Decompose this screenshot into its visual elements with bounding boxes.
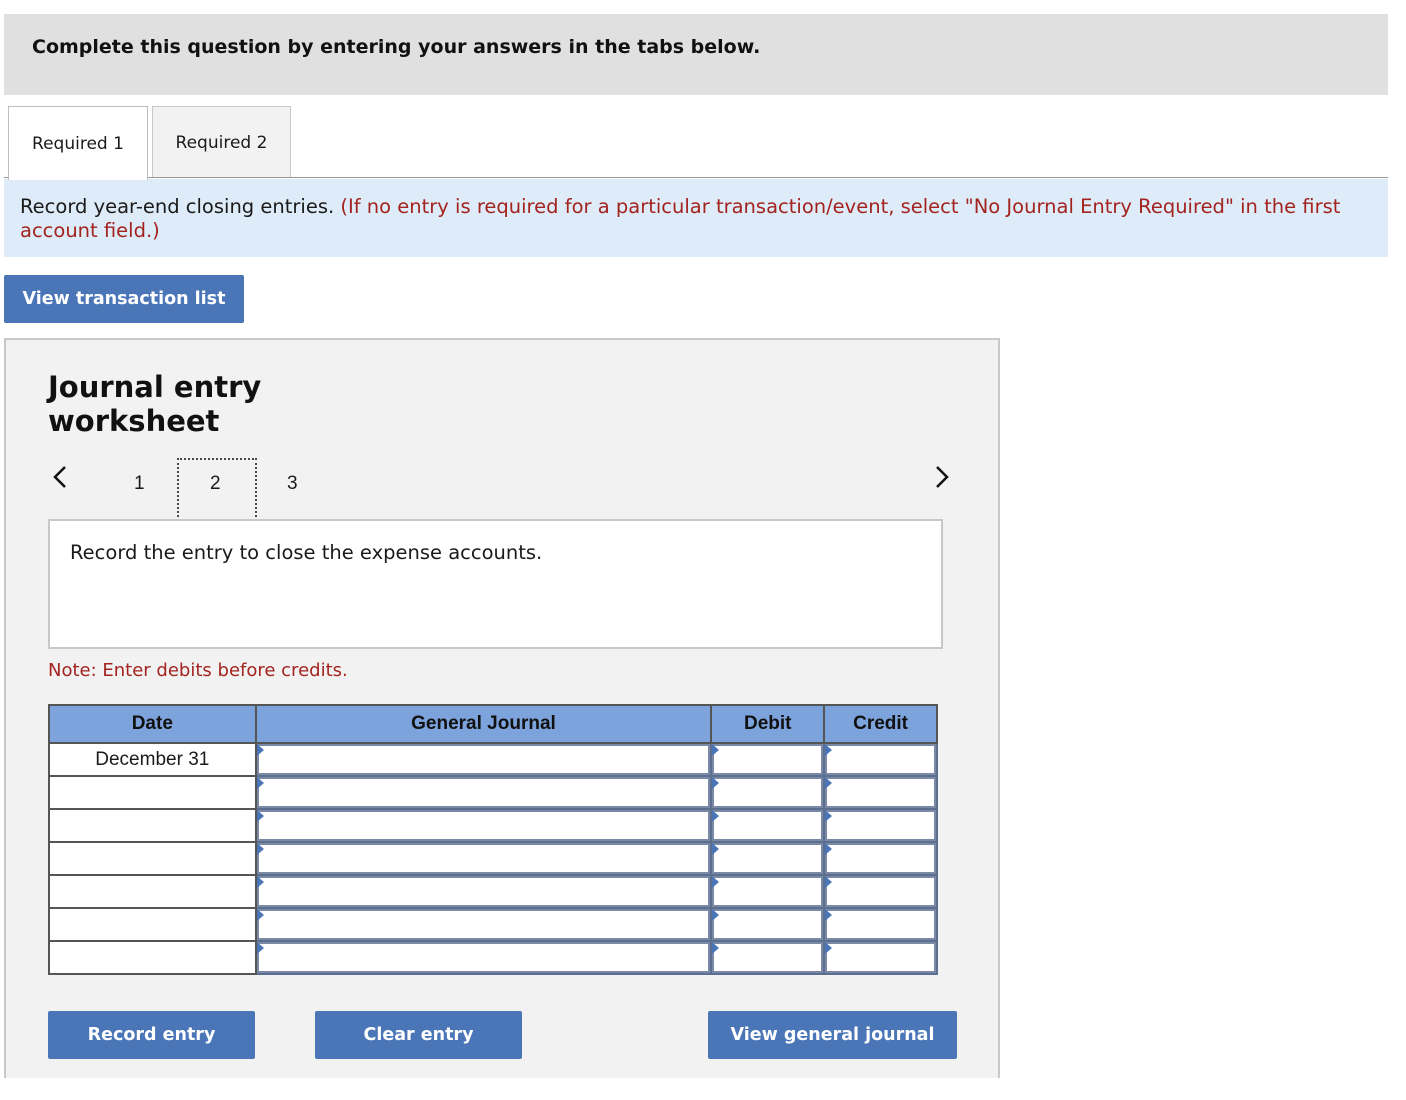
- date-cell[interactable]: [48, 940, 257, 975]
- credit-input[interactable]: [823, 808, 938, 843]
- account-select[interactable]: [254, 808, 713, 843]
- view-general-journal-button[interactable]: View general journal: [708, 1011, 957, 1059]
- chevron-right-icon: [936, 466, 949, 488]
- account-select[interactable]: [254, 742, 713, 777]
- credit-input[interactable]: [823, 907, 938, 942]
- credit-input[interactable]: [823, 940, 938, 975]
- debit-input[interactable]: [710, 907, 826, 942]
- debit-input[interactable]: [710, 874, 826, 909]
- account-select[interactable]: [254, 775, 713, 810]
- tab-label: Required 1: [32, 133, 124, 154]
- table-row: December 31: [48, 742, 938, 777]
- table-row: [48, 808, 938, 843]
- worksheet-title: Journal entry worksheet: [48, 370, 262, 438]
- date-cell[interactable]: [48, 907, 257, 942]
- general-journal-table: Date General Journal Debit Credit Decemb…: [48, 704, 938, 975]
- record-entry-button[interactable]: Record entry: [48, 1011, 255, 1059]
- column-header-date: Date: [48, 704, 257, 744]
- chevron-right-icon[interactable]: [932, 462, 952, 501]
- view-transaction-list-button[interactable]: View transaction list: [4, 275, 244, 323]
- entry-description: Record the entry to close the expense ac…: [70, 541, 543, 564]
- tab-label: Required 2: [175, 132, 268, 153]
- chevron-left-icon[interactable]: [50, 462, 70, 501]
- clear-entry-button[interactable]: Clear entry: [315, 1011, 522, 1059]
- table-row: [48, 940, 938, 975]
- account-select[interactable]: [254, 874, 713, 909]
- debit-input[interactable]: [710, 808, 826, 843]
- credit-input[interactable]: [823, 742, 938, 777]
- date-cell[interactable]: [48, 775, 257, 810]
- page-2[interactable]: 2: [210, 473, 221, 495]
- banner-text: Complete this question by entering your …: [32, 36, 761, 58]
- entry-description-box: Record the entry to close the expense ac…: [48, 519, 943, 649]
- table-row: [48, 841, 938, 876]
- debits-credits-note: Note: Enter debits before credits.: [48, 660, 348, 681]
- tab-required-1[interactable]: Required 1: [8, 106, 148, 180]
- date-cell[interactable]: [48, 874, 257, 909]
- page-1[interactable]: 1: [134, 473, 145, 495]
- instruction-main: Record year-end closing entries.: [20, 195, 341, 218]
- credit-input[interactable]: [823, 874, 938, 909]
- debit-input[interactable]: [710, 742, 826, 777]
- table-row: [48, 907, 938, 942]
- column-header-credit: Credit: [823, 704, 938, 744]
- account-select[interactable]: [254, 940, 713, 975]
- tab-required-2[interactable]: Required 2: [152, 106, 291, 178]
- question-instructions: Record year-end closing entries. (If no …: [4, 179, 1388, 257]
- credit-input[interactable]: [823, 841, 938, 876]
- date-cell[interactable]: [48, 808, 257, 843]
- page-3[interactable]: 3: [287, 473, 298, 495]
- table-row: [48, 775, 938, 810]
- chevron-left-icon: [53, 466, 66, 488]
- column-header-general-journal: General Journal: [254, 704, 713, 744]
- debit-input[interactable]: [710, 940, 826, 975]
- account-select[interactable]: [254, 907, 713, 942]
- table-row: [48, 874, 938, 909]
- column-header-debit: Debit: [710, 704, 826, 744]
- credit-input[interactable]: [823, 775, 938, 810]
- debit-input[interactable]: [710, 775, 826, 810]
- debit-input[interactable]: [710, 841, 826, 876]
- table-header-row: Date General Journal Debit Credit: [48, 704, 938, 744]
- date-cell[interactable]: December 31: [48, 742, 257, 777]
- tabs-divider: [4, 177, 1388, 178]
- account-select[interactable]: [254, 841, 713, 876]
- date-cell[interactable]: [48, 841, 257, 876]
